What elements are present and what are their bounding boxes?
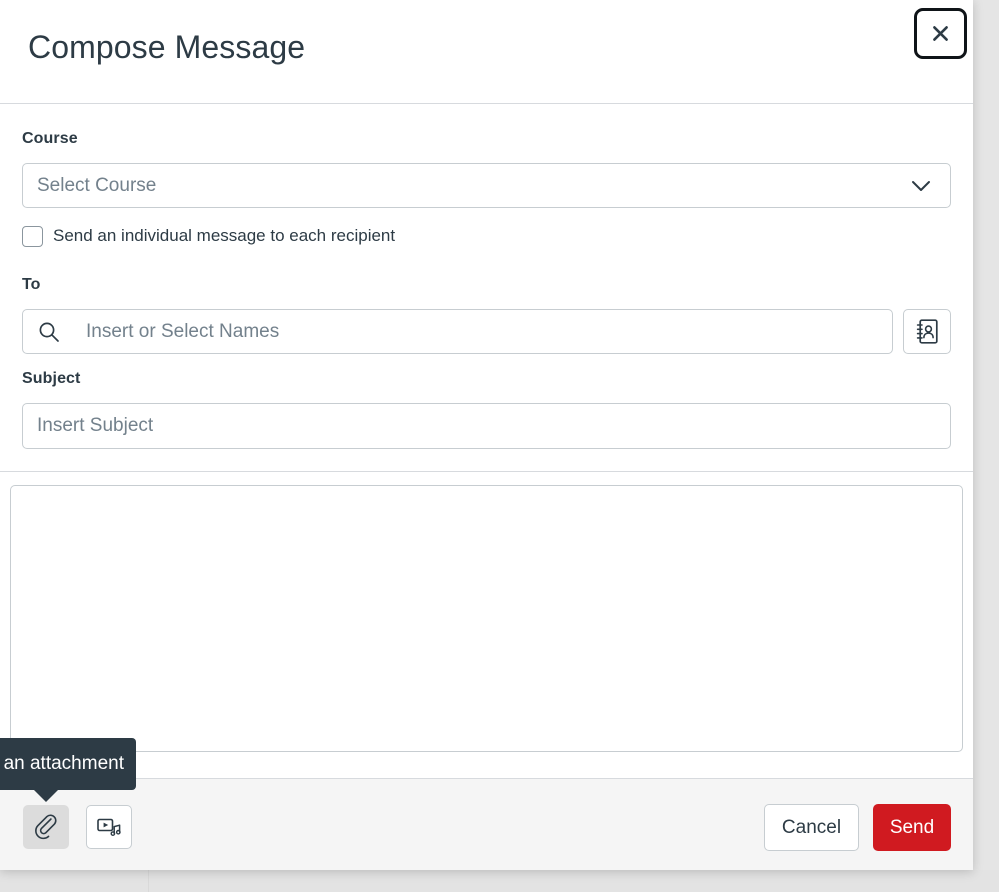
cancel-button[interactable]: Cancel <box>764 804 859 851</box>
paperclip-icon <box>34 813 57 839</box>
message-body-section <box>0 472 973 779</box>
course-label: Course <box>22 130 78 147</box>
address-book-icon <box>916 319 938 344</box>
subject-label: Subject <box>22 370 81 387</box>
record-media-icon <box>97 818 121 836</box>
page-background-strip <box>0 870 999 892</box>
close-button[interactable] <box>914 8 967 59</box>
dialog-header: Compose Message <box>0 0 973 104</box>
attachment-tooltip-arrow <box>33 789 59 802</box>
to-label: To <box>22 276 41 293</box>
close-icon <box>933 26 948 41</box>
compose-message-dialog: Compose Message Course Send an individua… <box>0 0 973 870</box>
add-attachment-button[interactable] <box>23 805 69 849</box>
page-title: Compose Message <box>28 29 306 65</box>
course-select[interactable] <box>22 163 951 208</box>
subject-input[interactable] <box>22 403 951 449</box>
address-book-button[interactable] <box>903 309 951 354</box>
message-body-textarea[interactable] <box>10 485 963 752</box>
attachment-tooltip: d an attachment <box>0 738 136 790</box>
send-button[interactable]: Send <box>873 804 951 851</box>
to-input[interactable] <box>22 309 893 354</box>
send-individual-checkbox[interactable] <box>22 226 43 247</box>
send-individual-label: Send an individual message to each recip… <box>53 226 396 245</box>
record-media-button[interactable] <box>86 805 132 849</box>
